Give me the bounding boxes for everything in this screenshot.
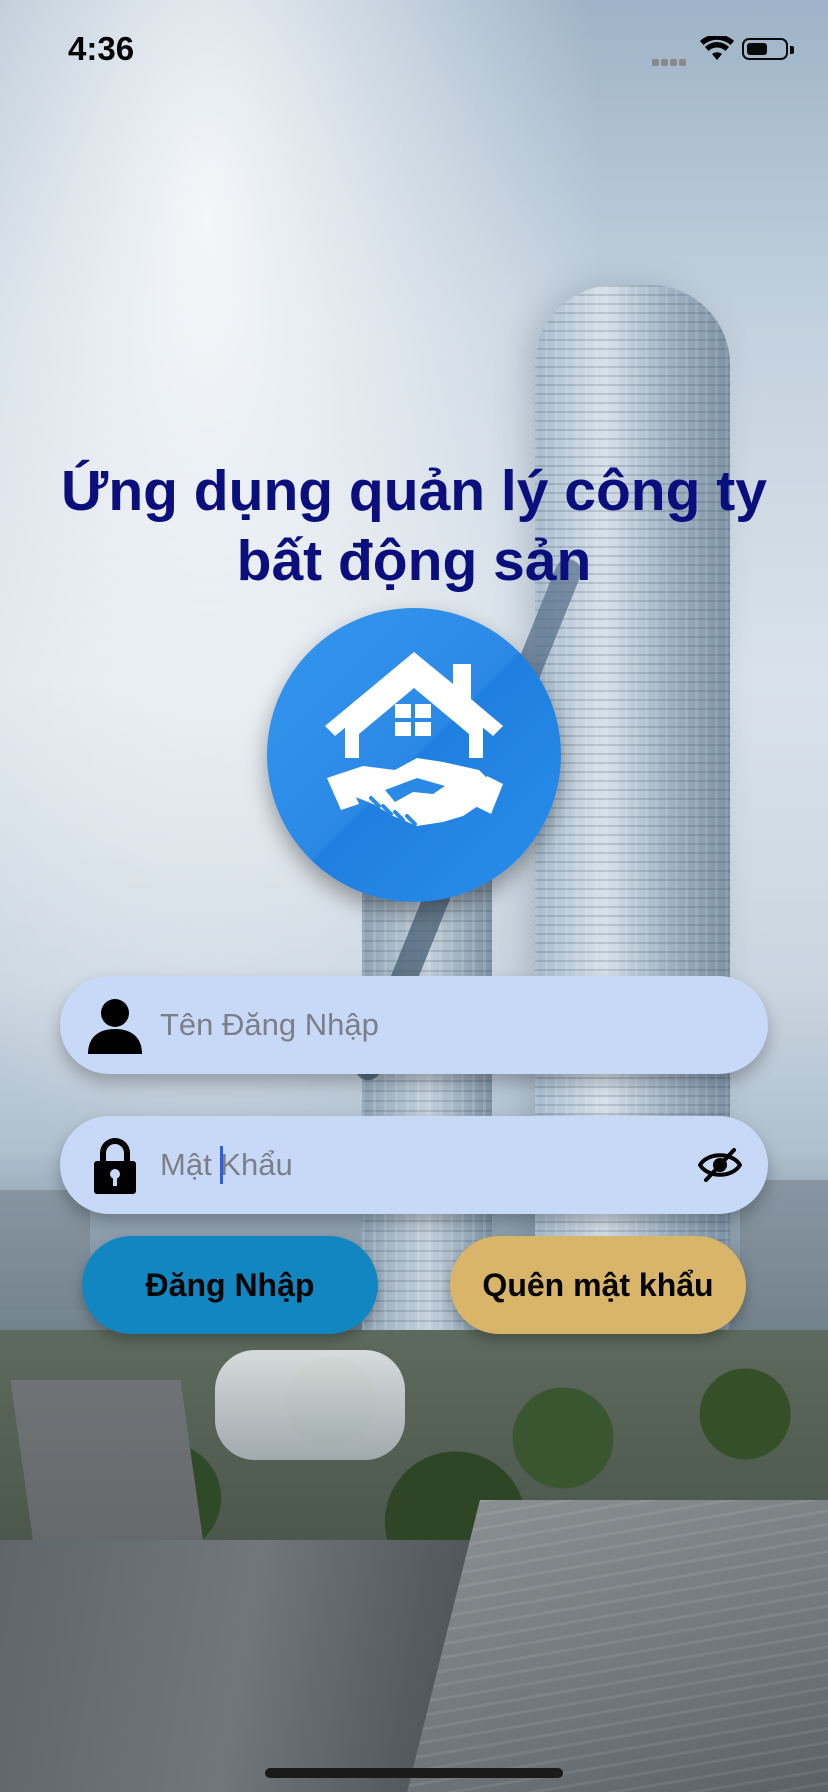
plaza-building: [215, 1350, 405, 1460]
app-title: Ứng dụng quản lý công ty bất động sản: [61, 459, 767, 593]
wifi-icon: [700, 36, 734, 60]
house-handshake-icon: [325, 652, 503, 826]
home-indicator: [265, 1768, 563, 1778]
battery-icon: [742, 38, 794, 60]
status-bar: 4:36: [0, 0, 828, 100]
cellular-signal-icon: [652, 53, 688, 71]
login-button[interactable]: Đăng Nhập: [82, 1236, 378, 1334]
text-caret: [220, 1146, 223, 1184]
password-field[interactable]: [60, 1116, 768, 1214]
battery-level: [747, 43, 767, 55]
username-field[interactable]: [60, 976, 768, 1074]
password-input[interactable]: [100, 1116, 660, 1214]
forgot-password-button[interactable]: Quên mật khẩu: [450, 1236, 746, 1334]
username-input[interactable]: [100, 976, 660, 1074]
house-handshake-logo: [267, 608, 561, 902]
battery-cap: [790, 46, 794, 54]
status-time: 4:36: [68, 30, 135, 67]
eye-slash-icon[interactable]: [698, 1148, 742, 1182]
